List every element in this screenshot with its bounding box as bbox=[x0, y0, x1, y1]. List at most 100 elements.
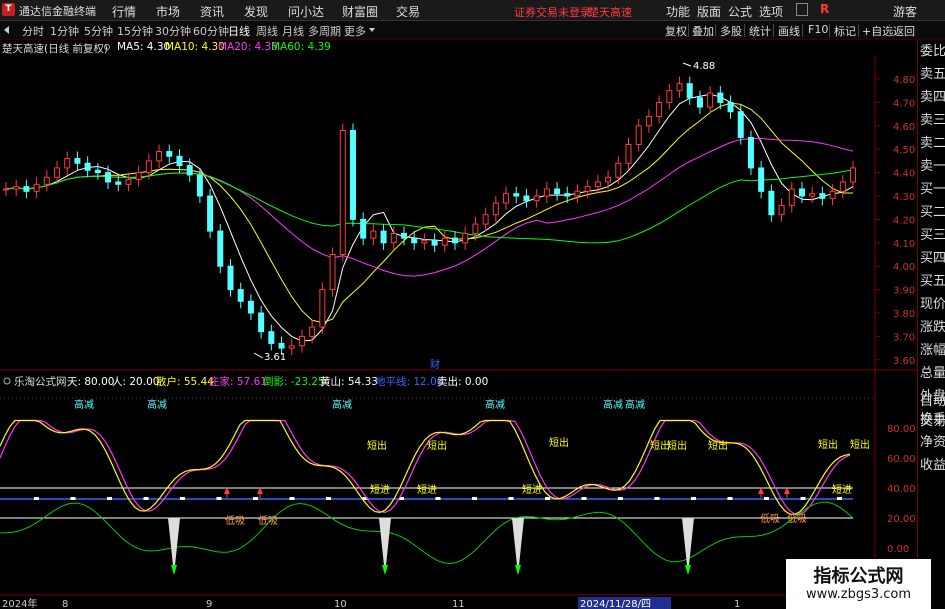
indicator-line bbox=[0, 419, 851, 516]
signal-short-out: 短出 bbox=[427, 439, 447, 452]
side-panel-item[interactable]: 收益 bbox=[920, 454, 945, 477]
back-arrow-icon[interactable] bbox=[4, 26, 9, 34]
candle-body bbox=[656, 101, 663, 117]
indicator-name: 乐淘公式网 bbox=[14, 375, 67, 388]
side-panel-item[interactable]: 买三 bbox=[920, 224, 945, 247]
indicator-settings-icon[interactable] bbox=[3, 377, 11, 385]
tab-intraday[interactable]: 分时 bbox=[22, 23, 44, 39]
signal-short-out: 短出 bbox=[549, 436, 569, 449]
side-panel-item[interactable]: 委比 bbox=[920, 40, 945, 63]
side-panel-item[interactable]: 买四 bbox=[920, 247, 945, 270]
tab-60min[interactable]: 60分钟 bbox=[193, 23, 229, 39]
candle-body bbox=[186, 165, 193, 176]
candle-body bbox=[594, 181, 601, 188]
chart-canvas[interactable]: 4.80 4.70 4.60 4.50 4.40 4.30 4.20 4.10 4.00 3.90… bbox=[0, 40, 917, 609]
side-panel-item[interactable]: 交易 bbox=[920, 410, 945, 433]
candle-body bbox=[523, 195, 530, 202]
candle-body bbox=[666, 90, 673, 103]
tab-1min[interactable]: 1分钟 bbox=[50, 23, 79, 39]
mark-button[interactable]: 标记 bbox=[834, 23, 856, 39]
candle-body bbox=[472, 223, 479, 234]
price-tick-label: 4.20 bbox=[893, 215, 915, 226]
candle-body bbox=[778, 204, 785, 216]
side-panel-item[interactable]: 买一 bbox=[920, 178, 945, 201]
divider bbox=[688, 24, 689, 37]
menu-formula[interactable]: 公式 bbox=[728, 3, 752, 20]
price-tick-label: 3.60 bbox=[893, 356, 915, 367]
statistics-button[interactable]: 统计 bbox=[749, 23, 771, 39]
tab-15min[interactable]: 15分钟 bbox=[117, 23, 153, 39]
ind-ren: 人: 20.00 bbox=[112, 376, 159, 388]
date-label: 8 bbox=[62, 599, 68, 609]
phone-icon[interactable] bbox=[796, 3, 808, 16]
signal-top: 高减 bbox=[485, 398, 505, 411]
candle-body bbox=[625, 144, 632, 164]
tab-monthly[interactable]: 月线 bbox=[282, 23, 304, 39]
candle-body bbox=[258, 312, 265, 333]
menu-function[interactable]: 功能 bbox=[666, 3, 690, 20]
tab-30min[interactable]: 30分钟 bbox=[155, 23, 191, 39]
side-panel-item[interactable]: 卖三 bbox=[920, 109, 945, 132]
horizon-marker bbox=[70, 497, 76, 500]
candle-body bbox=[156, 151, 163, 162]
menu-options[interactable]: 选项 bbox=[759, 3, 783, 20]
candle-body bbox=[329, 254, 336, 291]
menu-trade[interactable]: 交易 bbox=[396, 3, 420, 20]
chevron-down-icon[interactable] bbox=[369, 28, 375, 32]
multi-stock-button[interactable]: 多股 bbox=[720, 23, 742, 39]
horizon-marker bbox=[764, 497, 769, 500]
menu-wealth-circle[interactable]: 财富圈 bbox=[342, 3, 378, 20]
overlay-button[interactable]: 叠加 bbox=[692, 23, 714, 39]
side-panel-item[interactable]: 涨幅 bbox=[920, 339, 945, 362]
price-tick-label: 3.80 bbox=[893, 309, 915, 320]
candle-body bbox=[798, 188, 805, 197]
draw-line-button[interactable]: 画线 bbox=[778, 23, 800, 39]
divider bbox=[829, 24, 830, 37]
tab-daily[interactable]: 日线 bbox=[228, 23, 250, 39]
f10-button[interactable]: F10 bbox=[808, 23, 828, 36]
candle-body bbox=[431, 239, 438, 246]
candle-body bbox=[696, 97, 703, 108]
menu-discover[interactable]: 发现 bbox=[244, 3, 268, 20]
menu-market-quotes[interactable]: 行情 bbox=[112, 3, 136, 20]
horizon-marker bbox=[581, 497, 587, 500]
trade-login-notice[interactable]: 证券交易未登录 bbox=[514, 4, 591, 20]
tab-5min[interactable]: 5分钟 bbox=[84, 23, 113, 39]
candle-body bbox=[615, 162, 622, 178]
indicator-tick-label: 20.00 bbox=[887, 514, 916, 525]
menu-news[interactable]: 资讯 bbox=[200, 3, 224, 20]
side-panel-item[interactable]: 卖一 bbox=[920, 155, 945, 178]
back-button[interactable]: 返回 bbox=[893, 23, 915, 39]
side-panel-item[interactable]: 买二 bbox=[920, 201, 945, 224]
side-panel-item[interactable]: 现价 bbox=[920, 293, 945, 316]
candle-body bbox=[64, 158, 71, 169]
side-panel-item[interactable]: 买五 bbox=[920, 270, 945, 293]
signal-short-in: 短进 bbox=[417, 483, 437, 496]
tab-more[interactable]: 更多 bbox=[344, 23, 366, 39]
candle-body bbox=[747, 137, 754, 169]
side-panel-item[interactable]: 卖五 bbox=[920, 63, 945, 86]
price-tick-label: 4.30 bbox=[893, 192, 915, 203]
side-panel-item[interactable]: 涨跌 bbox=[920, 316, 945, 339]
side-panel-item[interactable]: 净资 bbox=[920, 431, 945, 454]
title-bar: T 通达信金融终端 行情 市场 资讯 发现 问小达 财富圈 交易 证券交易未登录… bbox=[0, 0, 945, 21]
candle-body bbox=[43, 176, 50, 185]
side-panel-item[interactable]: 卖四 bbox=[920, 86, 945, 109]
date-axis: 2024年 8 9 10 11 2024/11/28/四 1 bbox=[2, 597, 740, 609]
menu-ask-xiaoda[interactable]: 问小达 bbox=[288, 3, 324, 20]
side-panel-item[interactable]: 总量 bbox=[920, 362, 945, 385]
candle-body bbox=[23, 186, 30, 192]
side-panel-item[interactable]: 卖二 bbox=[920, 132, 945, 155]
candle-body bbox=[370, 230, 377, 239]
tab-weekly[interactable]: 周线 bbox=[256, 23, 278, 39]
adjust-button[interactable]: 复权 bbox=[665, 23, 687, 39]
candle-body bbox=[105, 172, 112, 183]
candle-body bbox=[135, 172, 142, 181]
menu-layout[interactable]: 版面 bbox=[697, 3, 721, 20]
horizon-marker bbox=[691, 497, 696, 500]
ind-tian: 天: 80.00 bbox=[67, 376, 114, 388]
tab-multi-period[interactable]: 多周期 bbox=[308, 23, 341, 39]
high-price-label: 4.88 bbox=[693, 61, 715, 72]
menu-market[interactable]: 市场 bbox=[156, 3, 180, 20]
guest-login[interactable]: 游客 bbox=[893, 3, 917, 20]
